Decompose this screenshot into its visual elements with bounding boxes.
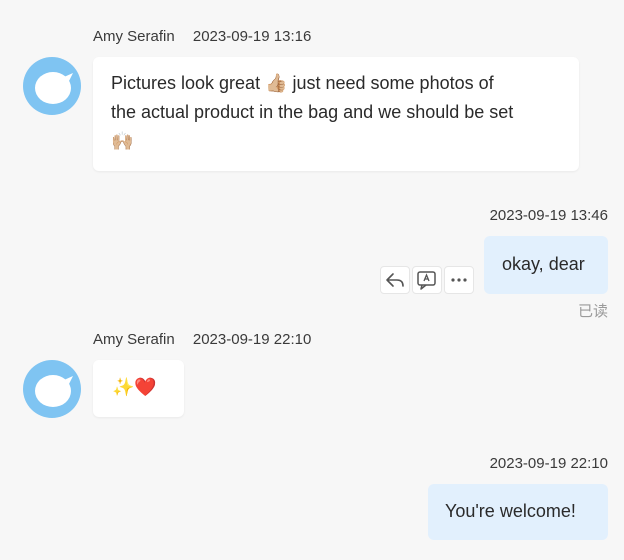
message-text: okay, dear [502, 254, 585, 274]
avatar[interactable] [23, 57, 81, 115]
reply-icon [386, 273, 404, 287]
message-bubble-incoming[interactable]: Pictures look great 👍🏼 just need some ph… [93, 57, 579, 171]
message-text: You're welcome! [445, 501, 576, 521]
message-text: ✨❤️ [112, 377, 157, 397]
message-text-line: Pictures look great 👍🏼 just need some ph… [111, 73, 494, 93]
message-text-line: the actual product in the bag and we sho… [111, 102, 514, 122]
more-icon [451, 278, 467, 282]
sender-name: Amy Serafin [93, 331, 175, 348]
chat-bubble-avatar-icon [35, 72, 73, 104]
avatar[interactable] [23, 360, 81, 418]
message-meta: Amy Serafin 2023-09-19 13:16 [93, 28, 311, 45]
reply-button[interactable] [380, 266, 410, 294]
sender-name: Amy Serafin [93, 28, 175, 45]
read-status: 已读 [577, 303, 608, 320]
message-time: 2023-09-19 22:10 [192, 331, 312, 348]
message-actions [380, 266, 474, 294]
message-time: 2023-09-19 13:46 [489, 207, 608, 224]
message-bubble-outgoing[interactable]: You're welcome! [428, 484, 608, 540]
message-bubble-outgoing[interactable]: okay, dear [484, 236, 608, 294]
message-time: 2023-09-19 13:16 [192, 28, 312, 45]
chat-bubble-avatar-icon [35, 375, 73, 407]
message-text-line: 🙌🏼 [111, 131, 134, 151]
message-meta: Amy Serafin 2023-09-19 22:10 [93, 331, 311, 348]
chat-thread: Amy Serafin 2023-09-19 13:16 Pictures lo… [0, 0, 624, 560]
message-time: 2023-09-19 22:10 [489, 455, 608, 472]
translate-button[interactable] [412, 266, 442, 294]
translate-icon [417, 271, 436, 290]
more-button[interactable] [444, 266, 474, 294]
message-bubble-incoming[interactable]: ✨❤️ [93, 360, 184, 417]
